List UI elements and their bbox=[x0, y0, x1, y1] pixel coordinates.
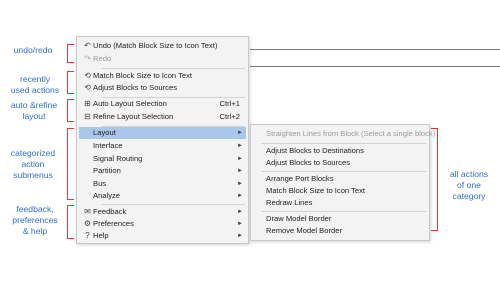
menu-separator bbox=[261, 211, 426, 212]
menu-item-layout[interactable]: Layout ► bbox=[79, 127, 246, 139]
gear-icon: ⚙ bbox=[83, 219, 92, 228]
bracket-auto-refine bbox=[67, 99, 74, 122]
menu-item-partition[interactable]: Partition ► bbox=[79, 165, 246, 177]
submenu-item-redraw-lines[interactable]: Redraw Lines bbox=[253, 197, 427, 209]
menu-separator bbox=[261, 171, 426, 172]
menu-item-label: Adjust Blocks to Sources bbox=[93, 83, 177, 92]
menu-item-label: Auto Layout Selection bbox=[93, 99, 167, 108]
menu-item-label: Interface bbox=[93, 141, 123, 150]
annotation-auto-refine: auto &refine layout bbox=[10, 100, 58, 121]
submenu-item-label: Adjust Blocks to Destinations bbox=[266, 146, 364, 155]
menu-item-undo[interactable]: ↶ Undo (Match Block Size to Icon Text) bbox=[79, 40, 246, 52]
history-icon: ⟲ bbox=[84, 71, 91, 80]
menu-separator bbox=[261, 143, 426, 144]
menu-item-label: Signal Routing bbox=[93, 154, 143, 163]
submenu-item-label: Match Block Size to Icon Text bbox=[266, 186, 366, 195]
shortcut-label: Ctrl+1 bbox=[219, 99, 240, 108]
auto-layout-icon: ⊞ bbox=[84, 99, 91, 108]
annotation-feedback: feedback, preferences & help bbox=[12, 204, 58, 236]
chevron-right-icon: ► bbox=[237, 193, 243, 199]
menu-separator bbox=[102, 204, 245, 205]
annotation-recent-actions: recently used actions bbox=[10, 74, 60, 95]
menu-item-analyze[interactable]: Analyze ► bbox=[79, 190, 246, 202]
submenu-item-label: Draw Model Border bbox=[266, 214, 332, 223]
menu-item-feedback[interactable]: ✉ Feedback ► bbox=[79, 206, 246, 218]
submenu-item-remove-model-border[interactable]: Remove Model Border bbox=[253, 225, 427, 237]
chevron-right-icon: ► bbox=[237, 181, 243, 187]
chevron-right-icon: ► bbox=[237, 233, 243, 239]
menu-item-redo[interactable]: ↷ Redo bbox=[79, 53, 246, 65]
chevron-right-icon: ► bbox=[237, 168, 243, 174]
layout-submenu: Straighten Lines from Block (Select a si… bbox=[250, 124, 435, 241]
menu-item-refine-layout[interactable]: ⊟ Refine Layout Selection Ctrl+2 bbox=[79, 111, 246, 123]
menu-separator bbox=[102, 68, 245, 69]
submenu-item-label: Redraw Lines bbox=[266, 198, 313, 207]
menu-item-label: Analyze bbox=[93, 191, 121, 200]
annotation-categorized: categorized action submenus bbox=[10, 148, 56, 180]
menu-item-label: Preferences bbox=[93, 219, 134, 228]
menu-item-auto-layout[interactable]: ⊞ Auto Layout Selection Ctrl+1 bbox=[79, 98, 246, 110]
menu-item-signal-routing[interactable]: Signal Routing ► bbox=[79, 153, 246, 165]
menu-item-label: Help bbox=[93, 231, 109, 240]
bracket-feedback bbox=[67, 205, 74, 239]
redo-icon: ↷ bbox=[84, 54, 91, 63]
submenu-item-label: Arrange Port Blocks bbox=[266, 174, 334, 183]
canvas-line bbox=[250, 49, 500, 50]
bracket-undo-redo bbox=[67, 44, 74, 63]
chevron-right-icon: ► bbox=[237, 130, 243, 136]
menu-item-label: Bus bbox=[93, 179, 107, 188]
shortcut-label: Ctrl+2 bbox=[219, 112, 240, 121]
menu-item-label: Layout bbox=[93, 128, 116, 137]
submenu-item-adjust-sources[interactable]: Adjust Blocks to Sources bbox=[253, 157, 427, 169]
annotation-undo-redo: undo/redo bbox=[13, 45, 53, 55]
chevron-right-icon: ► bbox=[237, 156, 243, 162]
bracket-recent bbox=[67, 71, 74, 94]
submenu-item-arrange-port-blocks[interactable]: Arrange Port Blocks bbox=[253, 173, 427, 185]
menu-item-preferences[interactable]: ⚙ Preferences ► bbox=[79, 218, 246, 230]
history-icon: ⟲ bbox=[84, 83, 91, 92]
menu-item-label: Redo bbox=[93, 54, 112, 63]
submenu-item-label: Remove Model Border bbox=[266, 226, 342, 235]
bracket-all-actions bbox=[431, 128, 438, 231]
menu-item-label: Partition bbox=[93, 166, 121, 175]
menu-item-label: Refine Layout Selection bbox=[93, 112, 174, 121]
submenu-item-label: Adjust Blocks to Sources bbox=[266, 158, 350, 167]
submenu-hint-label: Straighten Lines from Block (Select a si… bbox=[266, 129, 436, 138]
chevron-right-icon: ► bbox=[237, 143, 243, 149]
menu-item-recent-1[interactable]: ⟲ Match Block Size to Icon Text bbox=[79, 70, 246, 82]
context-menu: ↶ Undo (Match Block Size to Icon Text) ↷… bbox=[76, 36, 249, 244]
feedback-icon: ✉ bbox=[84, 207, 91, 216]
canvas-line bbox=[250, 66, 500, 67]
menu-item-interface[interactable]: Interface ► bbox=[79, 140, 246, 152]
refine-layout-icon: ⊟ bbox=[84, 112, 91, 121]
submenu-hint: Straighten Lines from Block (Select a si… bbox=[253, 128, 435, 140]
bracket-categorized bbox=[67, 128, 74, 200]
submenu-item-draw-model-border[interactable]: Draw Model Border bbox=[253, 213, 427, 225]
submenu-item-adjust-destinations[interactable]: Adjust Blocks to Destinations bbox=[253, 145, 427, 157]
undo-icon: ↶ bbox=[84, 41, 91, 50]
menu-item-recent-2[interactable]: ⟲ Adjust Blocks to Sources bbox=[79, 82, 246, 94]
annotation-all-actions: all actions of one category bbox=[449, 169, 489, 201]
menu-item-label: Feedback bbox=[93, 207, 127, 216]
submenu-item-match-block-size[interactable]: Match Block Size to Icon Text bbox=[253, 185, 427, 197]
menu-item-help[interactable]: ? Help ► bbox=[79, 230, 246, 242]
menu-item-label: Undo (Match Block Size to Icon Text) bbox=[93, 41, 218, 50]
menu-item-bus[interactable]: Bus ► bbox=[79, 178, 246, 190]
menu-item-label: Match Block Size to Icon Text bbox=[93, 71, 193, 80]
help-icon: ? bbox=[85, 231, 90, 240]
chevron-right-icon: ► bbox=[237, 221, 243, 227]
chevron-right-icon: ► bbox=[237, 209, 243, 215]
